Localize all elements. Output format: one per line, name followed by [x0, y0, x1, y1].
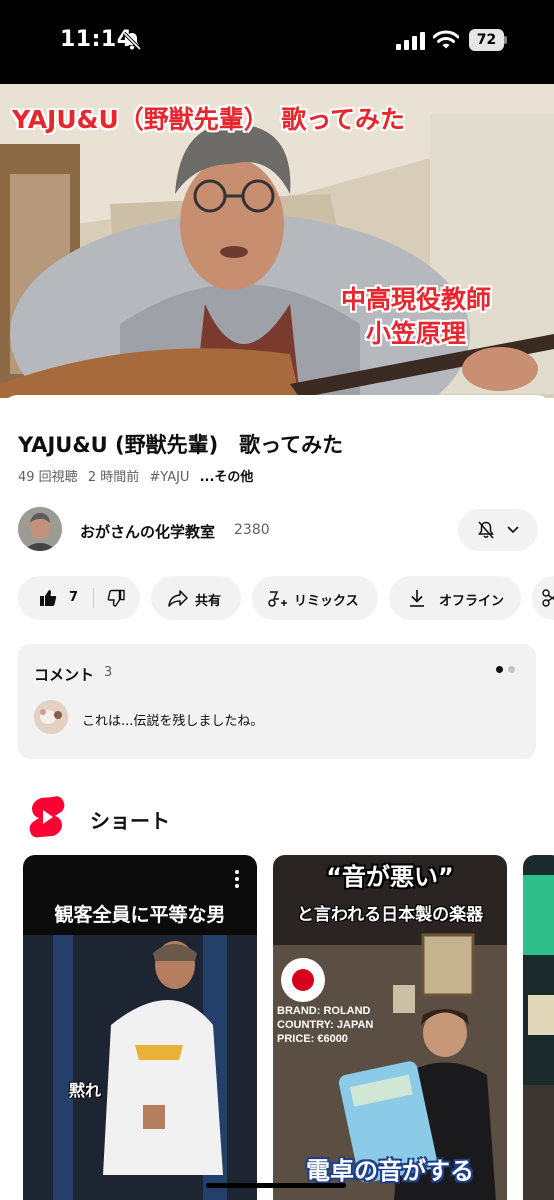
- more-link[interactable]: ...その他: [200, 470, 254, 485]
- short-headline-2-top: “音が悪い”: [326, 863, 454, 891]
- short-menu-icon[interactable]: [233, 869, 241, 889]
- video-title[interactable]: YAJU&U (野獣先輩) 歌ってみた: [18, 429, 343, 459]
- short-thumbnail-3: [523, 855, 554, 1200]
- scissors-icon: [542, 589, 554, 607]
- short-brand-line-1: BRAND: ROLAND: [277, 1005, 371, 1017]
- short-card-2[interactable]: “音が悪い” と言われる日本製の楽器 BRAND: ROLAND COUNTRY…: [273, 855, 507, 1200]
- channel-avatar[interactable]: [18, 507, 62, 551]
- wifi-icon: [433, 30, 459, 49]
- short-headline-1: 観客全員に平等な男: [54, 904, 226, 926]
- bell-off-icon: [478, 521, 494, 539]
- short-card-1[interactable]: 観客全員に平等な男 黙れ: [23, 855, 257, 1200]
- short-bottom-caption-2: 電卓の音がする: [306, 1157, 474, 1185]
- remix-icon: [268, 591, 287, 607]
- cellular-signal-icon: [396, 32, 425, 50]
- offline-label: オフライン: [439, 594, 505, 609]
- top-comment-text: これは...伝説を残しましたね。: [82, 714, 264, 729]
- video-overlay-title: YAJU&U（野獣先輩） 歌ってみた: [12, 105, 406, 134]
- shorts-header: ショート: [28, 795, 328, 839]
- channel-row[interactable]: おがさんの化学教室 2380: [18, 507, 538, 553]
- like-icon[interactable]: [38, 588, 58, 608]
- comments-title: コメント: [34, 666, 95, 684]
- share-icon: [168, 590, 188, 607]
- short-brand-line-3: PRICE: €6000: [277, 1033, 348, 1045]
- video-player[interactable]: YAJU&U（野獣先輩） 歌ってみた 中高現役教師 小笠原理: [0, 84, 554, 398]
- comments-count: 3: [104, 665, 113, 680]
- video-overlay-line2: 小笠原理: [365, 319, 466, 348]
- like-count: 7: [69, 590, 79, 605]
- commenter-avatar: [34, 700, 68, 734]
- video-overlay-line1: 中高現役教師: [340, 285, 491, 314]
- carousel-dot: [508, 666, 515, 673]
- short-card-3[interactable]: [523, 855, 554, 1200]
- chevron-down-icon: [507, 526, 519, 534]
- shorts-label: ショート: [90, 809, 170, 833]
- offline-download-button[interactable]: オフライン: [389, 576, 521, 620]
- view-count: 49 回視聴: [18, 470, 78, 485]
- short-headline-2-sub: と言われる日本製の楽器: [296, 905, 484, 925]
- remix-button[interactable]: リミックス: [252, 576, 378, 620]
- share-label: 共有: [195, 594, 222, 609]
- download-icon: [410, 590, 424, 607]
- hashtag-link[interactable]: #YAJU: [149, 470, 189, 485]
- battery-level: 72: [469, 29, 504, 51]
- remix-label: リミックス: [294, 594, 359, 609]
- upload-age: 2 時間前: [87, 470, 140, 485]
- status-bar: 11:14 72: [0, 0, 554, 84]
- battery-icon: 72: [469, 29, 507, 51]
- short-caption-1: 黙れ: [68, 1081, 101, 1100]
- like-dislike-pill: 7: [18, 576, 140, 620]
- video-details-sheet: YAJU&U (野獣先輩) 歌ってみた 49 回視聴 2 時間前 #YAJU .…: [0, 395, 554, 1200]
- notification-bell-button[interactable]: [458, 509, 538, 551]
- silent-mode-icon: [122, 31, 142, 51]
- subscriber-count: 2380: [234, 522, 270, 538]
- channel-name[interactable]: おがさんの化学教室: [80, 521, 215, 542]
- dislike-icon[interactable]: [106, 588, 126, 608]
- comments-panel[interactable]: コメント 3 これは...伝説を残しましたね。: [18, 644, 536, 759]
- home-indicator[interactable]: [206, 1183, 346, 1188]
- clip-button[interactable]: [532, 576, 554, 620]
- video-meta[interactable]: 49 回視聴 2 時間前 #YAJU ...その他: [18, 466, 259, 485]
- short-brand-line-2: COUNTRY: JAPAN: [277, 1019, 374, 1031]
- carousel-dot-active: [496, 666, 503, 673]
- action-bar: 7 共有 リミックス オフライン: [18, 576, 554, 620]
- shorts-logo-icon: [29, 796, 65, 838]
- share-button[interactable]: 共有: [151, 576, 241, 620]
